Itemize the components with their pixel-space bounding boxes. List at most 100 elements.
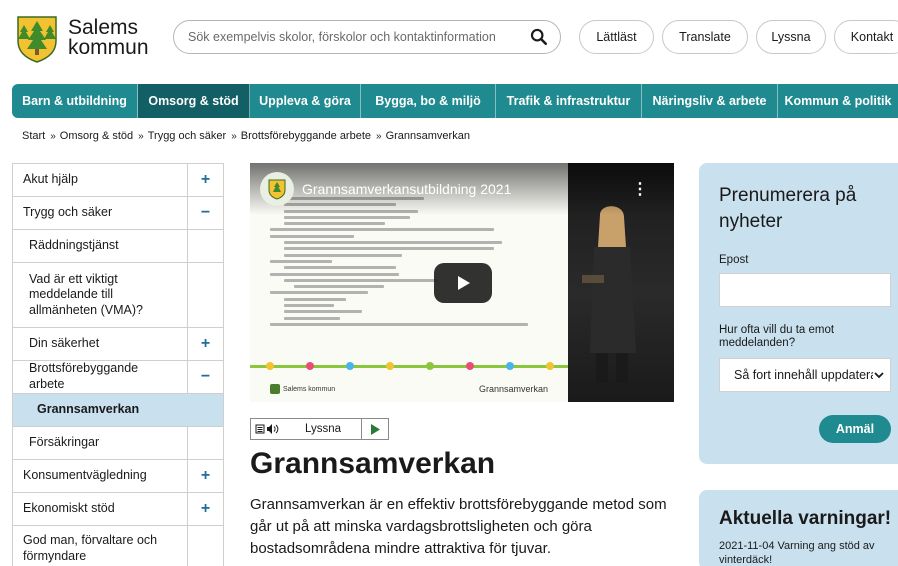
sidebar-item-label: Din säkerhet <box>29 336 100 351</box>
slide-logo: Salems kommun <box>270 384 335 394</box>
sidebar-item-grannsamverkan[interactable]: Grannsamverkan <box>12 394 224 427</box>
coat-of-arms-icon <box>17 16 57 63</box>
easy-read-button[interactable]: Lättläst <box>579 20 654 54</box>
sidebar-item-label: Brottsförebyggande arbete <box>29 361 139 391</box>
contact-label: Kontakt <box>850 30 894 44</box>
video-title[interactable]: Grannsamverkansutbildning 2021 <box>302 181 511 197</box>
nav-label: Näringsliv & arbete <box>652 94 767 108</box>
nav-label: Kommun & politik <box>784 94 892 108</box>
subscribe-box: Prenumerera på nyheter Epost Hur ofta vi… <box>699 163 898 464</box>
sidebar-item-label: Vad är ett viktigt meddelande till allmä… <box>29 271 143 317</box>
sidebar-item-label: Konsumentvägledning <box>23 468 147 483</box>
read-aloud-play-icon[interactable] <box>362 419 388 439</box>
nav-item-uppleva-gora[interactable]: Uppleva & göra <box>250 84 361 118</box>
expand-icon[interactable]: + <box>187 164 223 196</box>
logo-line-1: Salems <box>68 16 139 40</box>
subscribe-submit-button[interactable]: Anmäl <box>819 415 891 443</box>
slide-logo-text: Salems kommun <box>283 385 336 393</box>
email-field[interactable] <box>719 273 891 307</box>
nav-label: Uppleva & göra <box>259 94 351 108</box>
expand-icon[interactable]: + <box>187 493 223 525</box>
sidebar-item-label: Räddningstjänst <box>29 238 119 253</box>
nav-item-bygga-bo-miljo[interactable]: Bygga, bo & miljö <box>361 84 496 118</box>
read-aloud-menu-icon[interactable] <box>251 419 285 439</box>
sidebar-item-din-sakerhet[interactable]: Din säkerhet + <box>12 328 224 361</box>
collapse-icon[interactable]: − <box>187 197 223 229</box>
warnings-title: Aktuella varningar! <box>719 508 892 529</box>
page-intro: Grannsamverkan är en effektiv brottsföre… <box>250 496 667 557</box>
nav-item-naringsliv-arbete[interactable]: Näringsliv & arbete <box>642 84 778 118</box>
toggle-placeholder <box>187 230 223 262</box>
nav-item-omsorg-stod[interactable]: Omsorg & stöd <box>138 84 250 118</box>
sidebar-item-label: Ekonomiskt stöd <box>23 501 115 516</box>
breadcrumb-start[interactable]: Start <box>22 130 45 142</box>
nav-item-barn-utbildning[interactable]: Barn & utbildning <box>12 84 138 118</box>
logo-line-2: kommun <box>68 36 149 59</box>
sidebar-item-label: God man, förvaltare och förmyndare <box>23 532 158 563</box>
listen-header-button[interactable]: Lyssna <box>756 20 826 54</box>
breadcrumb-separator-icon: » <box>50 130 56 142</box>
search-bar <box>173 20 561 54</box>
expand-icon[interactable]: + <box>187 328 223 360</box>
nav-item-trafik-infrastruktur[interactable]: Trafik & infrastruktur <box>496 84 642 118</box>
read-aloud-bar[interactable]: Lyssna <box>250 418 389 440</box>
sidebar-menu: Akut hjälp + Trygg och säker − Räddnings… <box>12 163 224 566</box>
frequency-selected-value: Så fort innehåll uppdateras <box>734 368 884 382</box>
play-icon[interactable] <box>434 263 492 303</box>
more-options-icon[interactable]: ⋮ <box>632 179 648 199</box>
sidebar-item-raddningstjanst[interactable]: Räddningstjänst <box>12 230 224 263</box>
breadcrumb-trygg[interactable]: Trygg och säker <box>148 130 226 142</box>
nav-label: Bygga, bo & miljö <box>375 94 481 108</box>
chevron-down-icon <box>873 370 884 381</box>
sidebar-item-akut-hjalp[interactable]: Akut hjälp + <box>12 164 224 197</box>
breadcrumb-separator-icon: » <box>376 130 382 142</box>
listen-header-label: Lyssna <box>771 30 811 44</box>
sidebar-item-label: Akut hjälp <box>23 172 78 187</box>
read-aloud-label[interactable]: Lyssna <box>285 419 362 439</box>
site-logo[interactable]: Salems kommun <box>12 12 152 64</box>
search-input[interactable] <box>188 30 530 44</box>
translate-button[interactable]: Translate <box>662 20 748 54</box>
translate-label: Translate <box>679 30 731 44</box>
nav-label: Omsorg & stöd <box>148 94 239 108</box>
toggle-placeholder <box>187 427 223 459</box>
sidebar-item-konsumentvagledning[interactable]: Konsumentvägledning + <box>12 460 224 493</box>
breadcrumb: Start » Omsorg & stöd » Trygg och säker … <box>22 130 470 142</box>
search-icon[interactable] <box>530 28 548 46</box>
main-navigation: Barn & utbildning Omsorg & stöd Uppleva … <box>12 84 898 118</box>
slide-text-lines <box>270 197 550 329</box>
video-player[interactable]: Salems kommun Grannsamverkan Grannsamver… <box>250 163 674 402</box>
expand-icon[interactable]: + <box>187 460 223 492</box>
sidebar-item-trygg-och-saker[interactable]: Trygg och säker − <box>12 197 224 230</box>
frequency-label: Hur ofta vill du ta emot meddelanden? <box>719 324 835 350</box>
nav-label: Trafik & infrastruktur <box>506 94 631 108</box>
sidebar-item-label: Försäkringar <box>29 435 100 450</box>
subscribe-title: Prenumerera på nyheter <box>719 185 857 232</box>
breadcrumb-current: Grannsamverkan <box>385 130 470 142</box>
toggle-placeholder <box>187 394 223 426</box>
toggle-placeholder <box>187 263 223 327</box>
sidebar-item-forsakringar[interactable]: Försäkringar <box>12 427 224 460</box>
nav-label: Barn & utbildning <box>22 94 127 108</box>
sidebar-item-brottsforebyggande-arbete[interactable]: Brottsförebyggande arbete − <box>12 361 224 394</box>
warning-item[interactable]: 2021-11-04 Varning ang stöd av vinterdäc… <box>719 539 894 566</box>
sidebar-item-label: Trygg och säker <box>23 205 113 220</box>
breadcrumb-omsorg[interactable]: Omsorg & stöd <box>60 130 133 142</box>
breadcrumb-separator-icon: » <box>231 130 237 142</box>
contact-button[interactable]: Kontakt <box>834 20 898 54</box>
channel-avatar-icon[interactable] <box>260 172 294 206</box>
easy-read-label: Lättläst <box>596 30 637 44</box>
collapse-icon[interactable]: − <box>187 361 223 393</box>
sidebar-item-god-man[interactable]: God man, förvaltare och förmyndare <box>12 526 224 566</box>
nav-item-kommun-politik[interactable]: Kommun & politik <box>778 84 898 118</box>
slide-footer-text: Grannsamverkan <box>478 384 548 394</box>
sidebar-item-label: Grannsamverkan <box>37 402 140 417</box>
sidebar-item-ekonomiskt-stod[interactable]: Ekonomiskt stöd + <box>12 493 224 526</box>
email-label: Epost <box>719 254 749 266</box>
page-title: Grannsamverkan <box>250 447 496 480</box>
sidebar-item-vma[interactable]: Vad är ett viktigt meddelande till allmä… <box>12 263 224 328</box>
frequency-select[interactable]: Så fort innehåll uppdateras <box>719 358 891 392</box>
warnings-box: Aktuella varningar! 2021-11-04 Varning a… <box>699 490 898 566</box>
breadcrumb-separator-icon: » <box>138 130 144 142</box>
breadcrumb-brottsforebyggande[interactable]: Brottsförebyggande arbete <box>241 130 371 142</box>
